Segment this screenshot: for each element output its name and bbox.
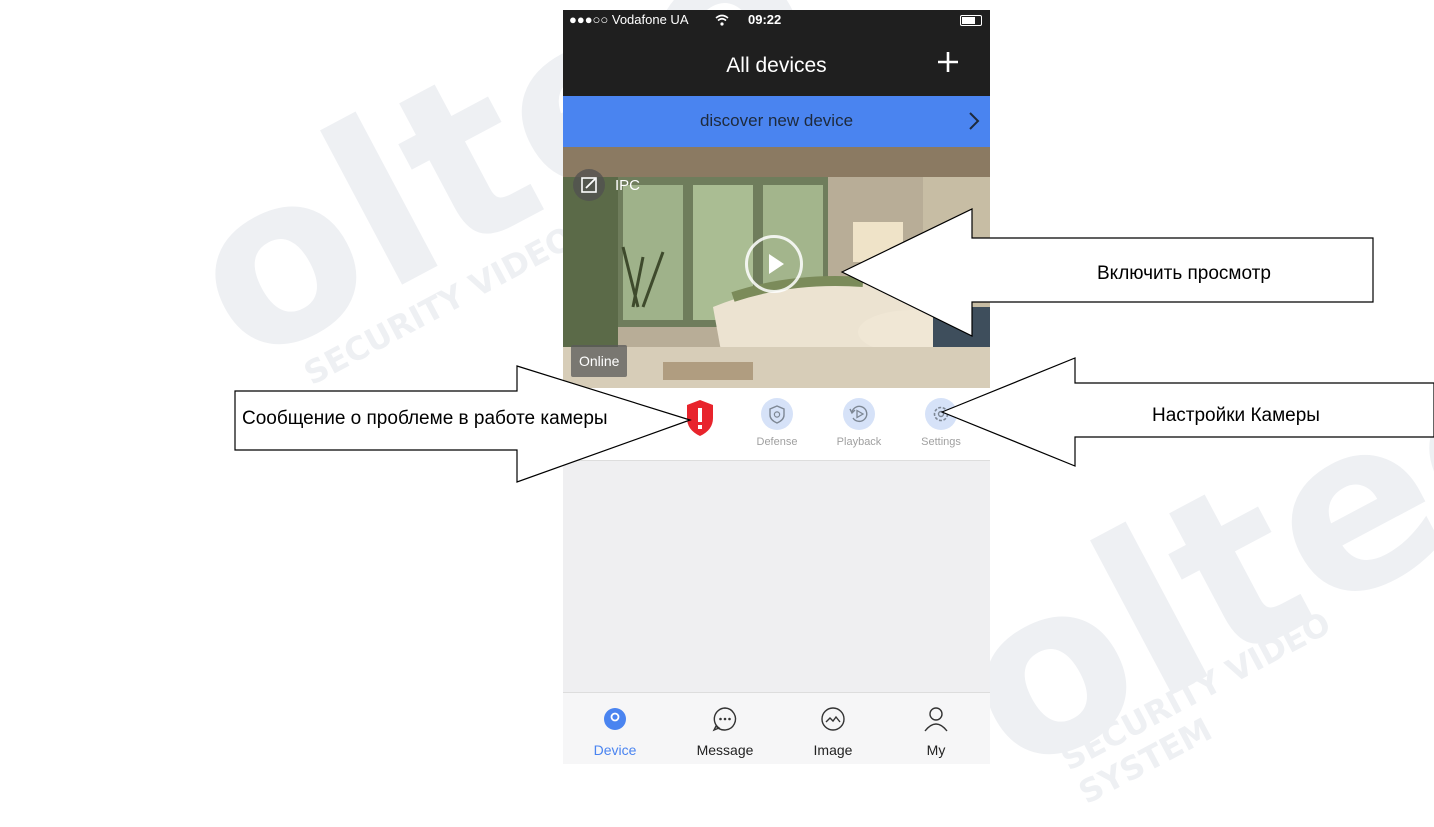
gear-icon xyxy=(933,406,949,422)
watermark-tagline: SECURITY VIDEO SYSTEM xyxy=(1054,604,1337,812)
message-icon xyxy=(712,707,737,732)
carrier-label: ●●●○○ Vodafone UA xyxy=(569,12,689,27)
callout-play-text: Включить просмотр xyxy=(1097,263,1271,284)
nav-bar: All devices xyxy=(563,30,990,96)
playback-icon xyxy=(849,405,868,423)
status-badge: Online xyxy=(571,345,628,377)
callout-alarm-text: Сообщение о проблеме в работе камеры xyxy=(242,408,608,429)
tab-label: Device xyxy=(593,742,637,758)
tab-label: Message xyxy=(696,742,754,758)
discover-label: discover new device xyxy=(699,111,854,130)
clock: 09:22 xyxy=(748,12,782,27)
defense-button[interactable]: Defense xyxy=(745,398,809,448)
defense-label: Defense xyxy=(756,436,798,448)
tab-label: My xyxy=(926,742,946,758)
tab-device[interactable]: Device xyxy=(575,705,655,758)
page-title: All devices xyxy=(726,54,827,77)
callout-settings-text: Настройки Камеры xyxy=(1152,405,1320,426)
shield-icon xyxy=(769,405,785,424)
battery-icon xyxy=(960,15,982,26)
chevron-right-icon xyxy=(969,112,980,130)
playback-button[interactable]: Playback xyxy=(827,398,891,448)
discover-new-device-bar[interactable]: discover new device xyxy=(563,96,990,147)
device-action-bar: Defense Playback Settings xyxy=(563,388,990,461)
edit-name-button[interactable] xyxy=(573,169,605,201)
tab-image[interactable]: Image xyxy=(793,705,873,758)
settings-label: Settings xyxy=(921,436,961,448)
playback-label: Playback xyxy=(836,436,882,448)
device-icon xyxy=(604,708,626,730)
image-icon xyxy=(821,707,845,731)
play-icon xyxy=(769,254,784,274)
camera-name: IPC xyxy=(615,177,641,194)
wifi-icon xyxy=(715,14,729,26)
camera-preview[interactable]: IPC Online xyxy=(563,147,990,388)
watermark-logo: olteo xyxy=(916,280,1434,827)
status-bar: ●●●○○ Vodafone UA 09:22 xyxy=(563,10,990,30)
settings-button[interactable]: Settings xyxy=(909,398,973,448)
alarm-shield-icon xyxy=(687,400,713,436)
play-button[interactable] xyxy=(745,235,803,293)
tab-message[interactable]: Message xyxy=(685,705,765,758)
alarm-button[interactable] xyxy=(668,398,732,449)
user-icon xyxy=(924,707,948,732)
edit-icon xyxy=(581,177,597,193)
tab-label: Image xyxy=(813,742,853,758)
tab-bar: Device Message Image My xyxy=(563,692,990,764)
plus-icon xyxy=(938,52,958,72)
phone-screen: ●●●○○ Vodafone UA 09:22 All devices disc… xyxy=(563,10,990,764)
add-device-button[interactable] xyxy=(936,44,960,80)
tab-my[interactable]: My xyxy=(896,705,976,758)
